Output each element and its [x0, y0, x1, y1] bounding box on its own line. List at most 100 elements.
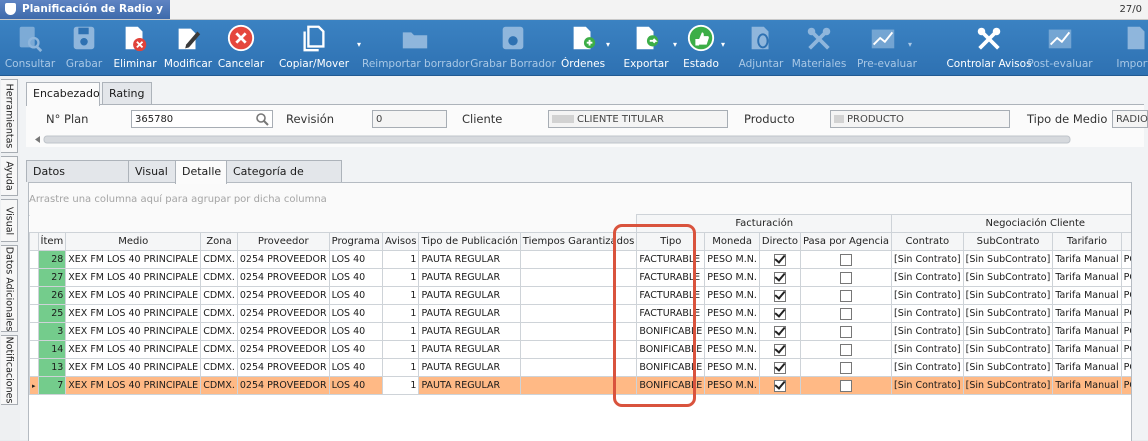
side-tab-herramientas[interactable]: Herramientas [1, 79, 18, 153]
toolbar-button-órdenes[interactable]: Órdenes ▾ [559, 20, 610, 75]
cell-avisos[interactable]: 1 [381, 358, 420, 377]
checkbox[interactable] [840, 307, 852, 320]
cell-moneda[interactable]: PESO M.N. [704, 268, 760, 287]
agencia-checkbox[interactable] [799, 304, 893, 323]
tab-encabezado[interactable]: Encabezado [26, 82, 100, 106]
cell-item[interactable]: 28 [37, 250, 67, 269]
cell-medio[interactable]: XEX FM LOS 40 PRINCIPALE [65, 376, 202, 395]
directo-checkbox[interactable] [758, 268, 801, 287]
toolbar-button-adjuntar[interactable]: Adjuntar [737, 20, 785, 75]
cell-proveedor[interactable]: 0254 PROVEEDOR [236, 268, 330, 287]
cell-programa[interactable]: LOS 40 [328, 250, 383, 269]
cell-avisos[interactable]: 1 [381, 340, 420, 359]
checkbox[interactable] [773, 253, 786, 266]
agencia-checkbox[interactable] [799, 376, 893, 395]
checkbox[interactable] [840, 325, 852, 338]
cell-pago[interactable]: POR PAUTA [1120, 340, 1131, 359]
cell-tipo-pub[interactable]: PAUTA REGULAR [418, 376, 521, 395]
toolbar-button-eliminar[interactable]: Eliminar [110, 20, 160, 75]
cell-tipo-pub[interactable]: PAUTA REGULAR [418, 358, 521, 377]
dropdown-arrow-icon[interactable]: ▾ [908, 40, 912, 49]
column-header[interactable]: Zona [200, 232, 238, 251]
cell-tarifario[interactable]: Tarifa Manual [1052, 358, 1122, 377]
table-row[interactable]: ▸ 7 XEX FM LOS 40 PRINCIPALE CDMX. 0254 PROV… [29, 376, 1131, 395]
dropdown-arrow-icon[interactable]: ▾ [673, 40, 677, 49]
cell-medio[interactable]: XEX FM LOS 40 PRINCIPALE [65, 286, 202, 305]
cell-contrato[interactable]: [Sin Contrato] [891, 286, 964, 305]
toolbar-button-modificar[interactable]: Modificar [160, 20, 216, 75]
column-header[interactable]: Moneda [704, 232, 760, 251]
toolbar-button-post-evaluar[interactable]: Post-evaluar [1027, 20, 1093, 75]
toolbar-button-exportar[interactable]: Exportar ▾ [618, 20, 677, 75]
toolbar-button-grabar-borrador[interactable]: Grabar Borrador [470, 20, 556, 75]
toolbar-button-estado[interactable]: Estado ▾ [680, 20, 725, 75]
cell-proveedor[interactable]: 0254 PROVEEDOR [236, 286, 330, 305]
cell-medio[interactable]: XEX FM LOS 40 PRINCIPALE [65, 250, 202, 269]
cell-tarifario[interactable]: Tarifa Manual [1052, 304, 1122, 323]
toolbar-button-cancelar[interactable]: Cancelar [217, 20, 265, 75]
agencia-checkbox[interactable] [799, 358, 893, 377]
group-by-area[interactable]: Arrastre una columna aquí para agrupar p… [29, 183, 1131, 216]
cell-tipo-pub[interactable]: PAUTA REGULAR [418, 286, 521, 305]
cell-medio[interactable]: XEX FM LOS 40 PRINCIPALE [65, 340, 202, 359]
column-header[interactable]: Contrato [891, 232, 964, 251]
column-header[interactable]: Pago [1120, 232, 1131, 251]
checkbox[interactable] [773, 343, 786, 356]
cell-contrato[interactable]: [Sin Contrato] [891, 304, 964, 323]
checkbox[interactable] [773, 379, 786, 392]
checkbox[interactable] [773, 325, 786, 338]
cell-contrato[interactable]: [Sin Contrato] [891, 322, 964, 341]
tab-visual[interactable]: Visual [128, 160, 176, 182]
cell-programa[interactable]: LOS 40 [328, 358, 383, 377]
cell-tarifario[interactable]: Tarifa Manual [1052, 250, 1122, 269]
cell-avisos[interactable]: 1 [381, 304, 420, 323]
plan-number-input[interactable]: 365780 [131, 110, 273, 128]
column-header[interactable]: Ítem [37, 232, 67, 251]
cell-contrato[interactable]: [Sin Contrato] [891, 250, 964, 269]
column-header[interactable]: Pasa por Agencia [799, 232, 893, 251]
cell-subcontrato[interactable]: [Sin SubContrato] [962, 286, 1054, 305]
cell-programa[interactable]: LOS 40 [328, 286, 383, 305]
cell-subcontrato[interactable]: [Sin SubContrato] [962, 268, 1054, 287]
row-indicator[interactable] [29, 286, 39, 305]
cell-zona[interactable]: CDMX. [200, 250, 238, 269]
side-tab-visual[interactable]: Visual [1, 199, 18, 242]
cell-avisos[interactable]: 1 [381, 286, 420, 305]
cell-contrato[interactable]: [Sin Contrato] [891, 340, 964, 359]
cell-item[interactable]: 3 [37, 322, 67, 341]
search-icon[interactable] [256, 113, 269, 126]
directo-checkbox[interactable] [758, 358, 801, 377]
tab-detalle[interactable]: Detalle [175, 160, 227, 184]
cell-avisos[interactable]: 1 [381, 322, 420, 341]
agencia-checkbox[interactable] [799, 322, 893, 341]
cell-tipo-pub[interactable]: PAUTA REGULAR [418, 304, 521, 323]
column-header[interactable]: Programa [328, 232, 383, 251]
header-scrollbar[interactable] [34, 134, 1084, 144]
toolbar-button-grabar[interactable]: Grabar [64, 20, 104, 75]
column-header[interactable]: Avisos [381, 232, 420, 251]
cell-zona[interactable]: CDMX. [200, 358, 238, 377]
cell-zona[interactable]: CDMX. [200, 304, 238, 323]
dropdown-arrow-icon[interactable]: ▾ [357, 40, 361, 49]
row-indicator[interactable] [29, 322, 39, 341]
cell-tarifario[interactable]: Tarifa Manual [1052, 268, 1122, 287]
cell-medio[interactable]: XEX FM LOS 40 PRINCIPALE [65, 268, 202, 287]
table-row[interactable]: 25 XEX FM LOS 40 PRINCIPALE CDMX. 0254 PROV… [29, 304, 1131, 323]
cell-item[interactable]: 25 [37, 304, 67, 323]
column-header[interactable]: Medio [65, 232, 202, 251]
cell-proveedor[interactable]: 0254 PROVEEDOR [236, 304, 330, 323]
checkbox[interactable] [840, 379, 852, 392]
cell-moneda[interactable]: PESO M.N. [704, 376, 760, 395]
cell-proveedor[interactable]: 0254 PROVEEDOR [236, 376, 330, 395]
cell-proveedor[interactable]: 0254 PROVEEDOR [236, 358, 330, 377]
cell-moneda[interactable]: PESO M.N. [704, 304, 760, 323]
row-indicator[interactable] [29, 250, 39, 269]
cell-tipo-pub[interactable]: PAUTA REGULAR [418, 340, 521, 359]
checkbox[interactable] [840, 289, 852, 302]
cell-tarifario[interactable]: Tarifa Manual [1052, 340, 1122, 359]
cell-moneda[interactable]: PESO M.N. [704, 358, 760, 377]
cell-pago[interactable]: POR PAUTA [1120, 286, 1131, 305]
directo-checkbox[interactable] [758, 286, 801, 305]
cell-programa[interactable]: LOS 40 [328, 268, 383, 287]
media-type-field[interactable]: RADIO [1112, 110, 1148, 128]
